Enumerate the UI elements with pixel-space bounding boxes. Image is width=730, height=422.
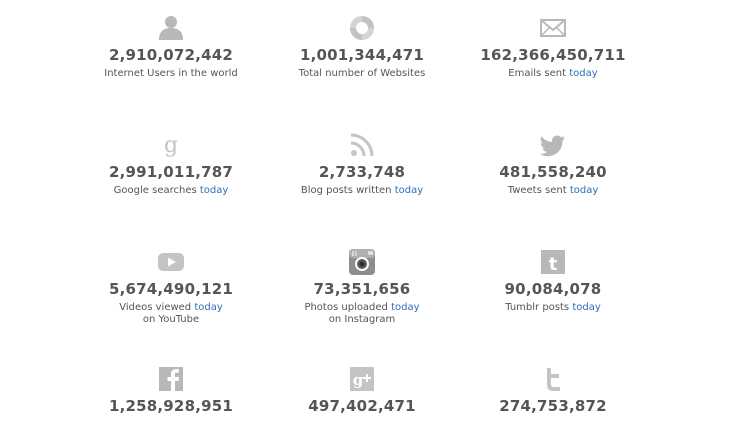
stat-caption: Videos viewed today on YouTube (119, 302, 223, 325)
stat-caption: Tweets sent today (507, 185, 599, 196)
stat-caption: Tumblr posts today (505, 302, 601, 313)
stat-google-searches: g 2,991,011,787 Google searches today (71, 131, 271, 197)
stat-caption: Google searches today (113, 185, 229, 196)
stat-value: 2,910,072,442 (108, 46, 234, 64)
stat-value: 162,366,450,711 (480, 46, 626, 64)
stat-tumblr-posts: t 90,084,078 Tumblr posts today (453, 248, 653, 314)
stat-caption: Emails sent today (508, 68, 598, 79)
stat-tweets: 481,558,240 Tweets sent today (453, 131, 653, 197)
svg-text:g: g (164, 133, 178, 158)
today-link[interactable]: today (391, 302, 419, 313)
stat-caption: Photos uploaded today on Instagram (304, 302, 420, 325)
stat-value: 90,084,078 (504, 280, 602, 298)
instagram-camera-icon (348, 248, 376, 276)
svg-text:g: g (353, 371, 364, 389)
stat-websites: 1,001,344,471 Total number of Websites (262, 14, 462, 80)
stat-facebook: 1,258,928,951 (71, 365, 271, 415)
stat-caption: Internet Users in the world (104, 68, 238, 79)
envelope-icon (539, 14, 567, 42)
svg-text:t: t (549, 254, 558, 275)
globe-icon (348, 14, 376, 42)
stat-internet-users: 2,910,072,442 Internet Users in the worl… (71, 14, 271, 80)
stat-google-plus: g 497,402,471 (262, 365, 462, 415)
person-icon (157, 14, 185, 42)
stat-blog-posts: 2,733,748 Blog posts written today (262, 131, 462, 197)
stat-instagram-photos: 73,351,656 Photos uploaded today on Insta… (262, 248, 462, 326)
twitter-bird-icon (539, 131, 567, 159)
stat-value: 73,351,656 (313, 280, 411, 298)
stat-value: 5,674,490,121 (108, 280, 234, 298)
facebook-icon (157, 365, 185, 393)
tumblr-icon: t (539, 248, 567, 276)
google-g-icon: g (157, 131, 185, 159)
today-link[interactable]: today (569, 68, 597, 79)
stat-value: 481,558,240 (499, 163, 607, 181)
twitter-t-icon (539, 365, 567, 393)
stat-value: 2,733,748 (318, 163, 406, 181)
stat-twitter-total: 274,753,872 (453, 365, 653, 415)
google-plus-icon: g (348, 365, 376, 393)
stat-value: 497,402,471 (308, 397, 416, 415)
stat-caption: Total number of Websites (298, 68, 426, 79)
today-link[interactable]: today (395, 185, 423, 196)
stat-youtube-videos: 5,674,490,121 Videos viewed today on YouT… (71, 248, 271, 326)
stat-value: 1,001,344,471 (299, 46, 425, 64)
rss-icon (348, 131, 376, 159)
stat-value: 1,258,928,951 (108, 397, 234, 415)
today-link[interactable]: today (570, 185, 598, 196)
today-link[interactable]: today (200, 185, 228, 196)
youtube-icon (157, 248, 185, 276)
stat-emails: 162,366,450,711 Emails sent today (453, 14, 653, 80)
stat-value: 2,991,011,787 (108, 163, 234, 181)
today-link[interactable]: today (194, 302, 222, 313)
stat-caption: Blog posts written today (300, 185, 424, 196)
today-link[interactable]: today (572, 302, 600, 313)
stat-value: 274,753,872 (499, 397, 607, 415)
